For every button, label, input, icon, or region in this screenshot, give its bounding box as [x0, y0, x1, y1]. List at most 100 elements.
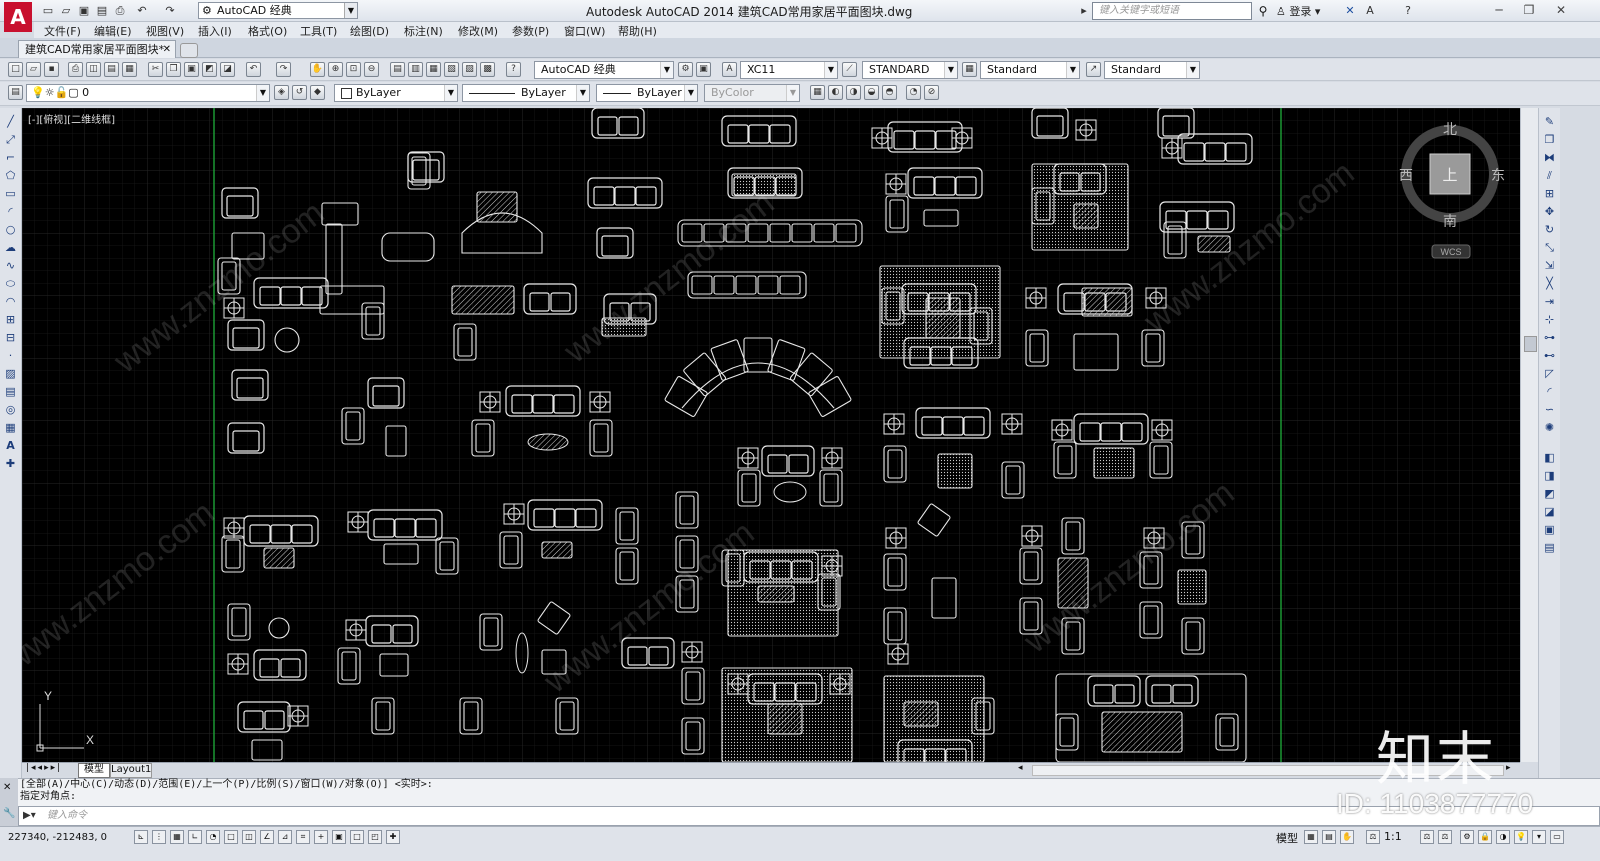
search-input[interactable]: 键入关键字或短语	[1092, 2, 1252, 20]
text-style-combo[interactable]: XC11 ▼	[740, 61, 838, 79]
open-file-icon[interactable]: ▱	[58, 3, 74, 18]
draworder-icon[interactable]: ◧	[1542, 450, 1557, 465]
copy-object-icon[interactable]: ❐	[1542, 132, 1557, 147]
new-file-icon[interactable]: ▭	[40, 3, 56, 18]
redo-icon[interactable]: ↷	[276, 62, 291, 77]
cleanscreen-icon[interactable]: ▣	[696, 62, 711, 77]
paste-icon[interactable]: ▣	[184, 62, 199, 77]
tab-layout1[interactable]: Layout1	[110, 763, 152, 778]
hatch-icon[interactable]: ▨	[3, 366, 18, 381]
mtext-icon[interactable]: A	[3, 438, 18, 453]
table-style-icon[interactable]: ▦	[962, 62, 977, 77]
zoom-window-icon[interactable]: ⊡	[346, 62, 361, 77]
compass-east[interactable]: 东	[1491, 168, 1505, 184]
infer-constraints-icon[interactable]: ⊾	[134, 830, 148, 844]
break-icon[interactable]: ⊶	[1542, 330, 1557, 345]
toolpalettes-icon[interactable]: ▦	[426, 62, 441, 77]
xline-icon[interactable]: ⤢	[3, 132, 18, 147]
preview-icon[interactable]: ◫	[86, 62, 101, 77]
designcenter-icon[interactable]: ▥	[408, 62, 423, 77]
command-line-grip[interactable]: ✕ 🔧	[0, 778, 18, 826]
annotation-scale-icon[interactable]: ⚖	[1366, 830, 1380, 844]
publish-icon[interactable]: ▤	[104, 62, 119, 77]
wrench-icon[interactable]: 🔧	[3, 808, 15, 819]
workspace-select[interactable]: ⚙ AutoCAD 经典 ▼	[198, 2, 358, 19]
below-objects-icon[interactable]: ▣	[1542, 522, 1557, 537]
polygon-icon[interactable]: ⬠	[3, 168, 18, 183]
undo-icon[interactable]: ↶	[246, 62, 261, 77]
login-button[interactable]: ♙ 登录 ▾	[1276, 3, 1320, 19]
revcloud-icon[interactable]: ☁	[3, 240, 18, 255]
mleader-style-icon[interactable]: ↗	[1086, 62, 1101, 77]
properties-icon[interactable]: ▤	[390, 62, 405, 77]
3dprint-icon[interactable]: ▦	[122, 62, 137, 77]
compass-south[interactable]: 南	[1443, 214, 1457, 230]
otrack-icon[interactable]: ∠	[260, 830, 274, 844]
workspace-switch-icon[interactable]: ⚙	[1460, 830, 1474, 844]
autocad-logo-icon[interactable]: A	[4, 2, 32, 32]
rotate-icon[interactable]: ↻	[1542, 222, 1557, 237]
qnew-icon[interactable]: □	[8, 62, 23, 77]
snap-icon[interactable]: ⋮	[152, 830, 166, 844]
menu-file[interactable]: 文件(F)	[44, 23, 81, 39]
workspace-combo[interactable]: AutoCAD 经典 ▼	[534, 61, 674, 79]
layer-freeze-icon[interactable]: ◓	[882, 85, 897, 100]
hscroll-right-arrow[interactable]: ▸	[1506, 763, 1511, 773]
new-tab-button[interactable]	[180, 43, 198, 58]
erase-icon[interactable]: ✎	[1542, 114, 1557, 129]
menu-window[interactable]: 窗口(W)	[564, 23, 605, 39]
annotation-monitor-icon[interactable]: ✚	[386, 830, 400, 844]
undo-icon[interactable]: ↶	[134, 3, 150, 18]
3dosnap-icon[interactable]: ◫	[242, 830, 256, 844]
polar-icon[interactable]: ◔	[206, 830, 220, 844]
binoculars-icon[interactable]: ⚲	[1254, 2, 1272, 20]
menu-tools[interactable]: 工具(T)	[300, 23, 337, 39]
scrollbar-thumb[interactable]	[1524, 336, 1537, 352]
quickview-layouts-icon[interactable]: ▦	[1304, 830, 1318, 844]
isolate-objects-icon[interactable]: 💡	[1514, 830, 1528, 844]
a360-icon[interactable]: A	[1362, 3, 1378, 18]
hardware-accel-icon[interactable]: ◑	[1496, 830, 1510, 844]
layer-isolate-icon[interactable]: ◐	[828, 85, 843, 100]
stretch-icon[interactable]: ⇲	[1542, 258, 1557, 273]
workspace-settings-icon[interactable]: ⚙	[678, 62, 693, 77]
dyn-input-icon[interactable]: ⌗	[296, 830, 310, 844]
layer-walk-icon[interactable]: ◔	[906, 85, 921, 100]
open-icon[interactable]: ▱	[26, 62, 41, 77]
mirror-icon[interactable]: ⧓	[1542, 150, 1557, 165]
vertical-scrollbar[interactable]	[1520, 108, 1538, 762]
block-editor-icon[interactable]: ◪	[220, 62, 235, 77]
chamfer-icon[interactable]: ◸	[1542, 366, 1557, 381]
layer-manager-icon[interactable]: ▤	[8, 85, 23, 100]
restore-button[interactable]: ❐	[1514, 0, 1544, 20]
ellipse-icon[interactable]: ⬭	[3, 276, 18, 291]
break-point-icon[interactable]: ⊹	[1542, 312, 1557, 327]
clean-screen-icon[interactable]: ▭	[1550, 830, 1564, 844]
extend-icon[interactable]: ⇥	[1542, 294, 1557, 309]
region-icon[interactable]: ◎	[3, 402, 18, 417]
blend-icon[interactable]: ∽	[1542, 402, 1557, 417]
zoom-previous-icon[interactable]: ⊖	[364, 62, 379, 77]
explode-icon[interactable]: ✺	[1542, 420, 1557, 435]
markup-icon[interactable]: ▨	[462, 62, 477, 77]
above-objects-icon[interactable]: ◪	[1542, 504, 1557, 519]
tab-nav-arrows[interactable]: |◂◂▸▸|	[26, 763, 62, 773]
dim-style-icon[interactable]: ⟋	[842, 62, 857, 77]
layer-off-icon[interactable]: ◒	[864, 85, 879, 100]
pan-icon[interactable]: ✋	[310, 62, 325, 77]
pan-status-icon[interactable]: ✋	[1340, 830, 1354, 844]
menu-parametric[interactable]: 参数(P)	[512, 23, 549, 39]
dim-style-combo[interactable]: STANDARD ▼	[862, 61, 958, 79]
menu-draw[interactable]: 绘图(D)	[350, 23, 389, 39]
ducs-icon[interactable]: ⊿	[278, 830, 292, 844]
save-icon[interactable]: ▣	[76, 3, 92, 18]
mleader-style-combo[interactable]: Standard ▼	[1104, 61, 1200, 79]
help-icon[interactable]: ?	[1400, 3, 1416, 18]
text-style-icon[interactable]: A	[722, 62, 737, 77]
layer-combo[interactable]: 💡☼🔓▢ 0 ▼	[26, 84, 270, 102]
menu-modify[interactable]: 修改(M)	[458, 23, 498, 39]
tab-model[interactable]: 模型	[78, 763, 110, 778]
join-icon[interactable]: ⊷	[1542, 348, 1557, 363]
color-combo[interactable]: ByLayer ▼	[334, 84, 458, 102]
hscroll-left-arrow[interactable]: ◂	[1018, 763, 1023, 773]
